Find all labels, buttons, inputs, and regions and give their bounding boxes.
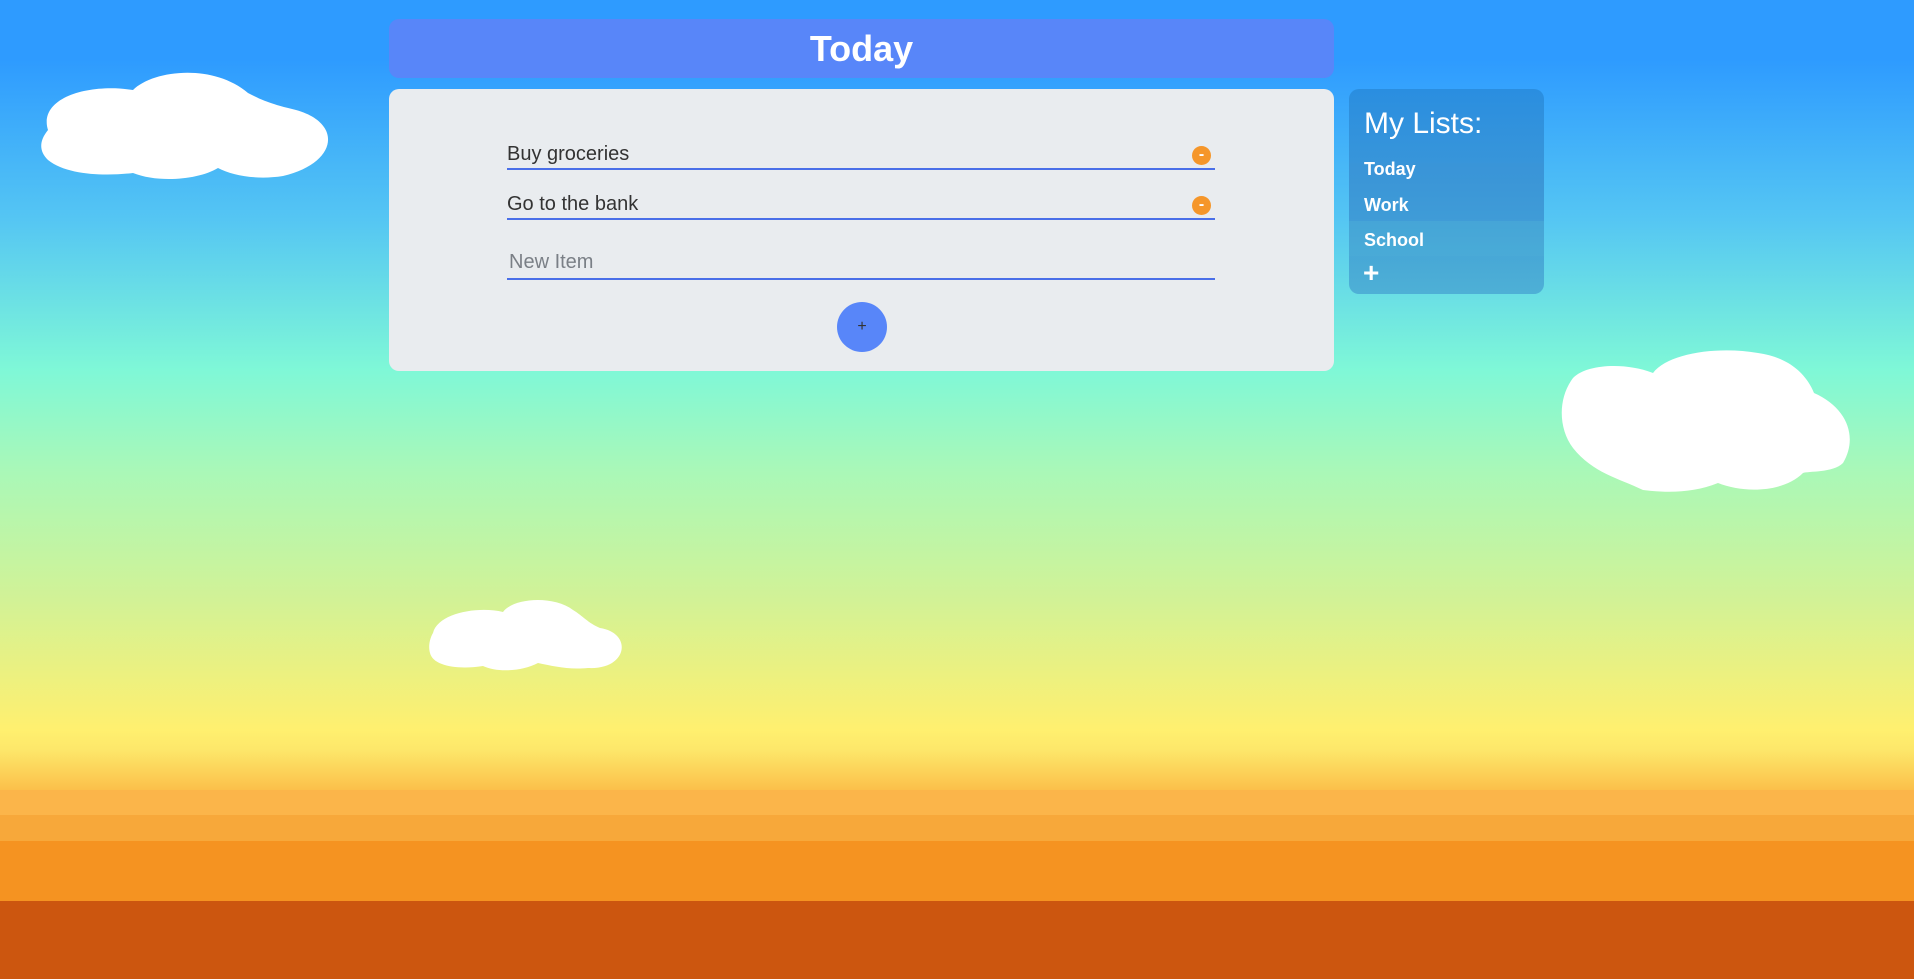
remove-item-button[interactable]: - <box>1192 146 1211 165</box>
add-item-button[interactable]: + <box>837 302 887 352</box>
cloud-right <box>1561 350 1850 492</box>
sidebar-item-label: Today <box>1364 159 1416 179</box>
my-lists-title: My Lists: <box>1364 107 1483 140</box>
sidebar-item-label: Work <box>1364 195 1409 215</box>
cloud-left <box>41 72 329 180</box>
ground-band-4 <box>0 901 1914 979</box>
page-header: Today <box>389 19 1334 78</box>
list-item-label: Buy groceries <box>507 143 630 165</box>
ground-band-1 <box>0 790 1914 815</box>
sidebar-item-label: School <box>1364 230 1425 250</box>
list-item-label: Go to the bank <box>507 193 639 215</box>
page-title: Today <box>809 27 914 69</box>
todo-card: Buy groceries - Go to the bank - + <box>389 89 1334 371</box>
new-item-input[interactable] <box>507 246 1215 280</box>
sidebar-item-work[interactable]: Work <box>1349 187 1544 222</box>
add-list-button[interactable]: + <box>1363 257 1379 289</box>
ground-band-2 <box>0 815 1914 841</box>
sidebar-item-today[interactable]: Today <box>1349 151 1544 186</box>
list-item: Buy groceries - <box>507 138 1215 170</box>
remove-item-button[interactable]: - <box>1192 196 1211 215</box>
cloud-bottom <box>429 600 622 671</box>
ground-band-3 <box>0 841 1914 901</box>
sidebar-item-school[interactable]: School <box>1349 222 1544 257</box>
list-item: Go to the bank - <box>507 188 1215 220</box>
my-lists-panel: My Lists: Today Work School + <box>1349 89 1544 294</box>
